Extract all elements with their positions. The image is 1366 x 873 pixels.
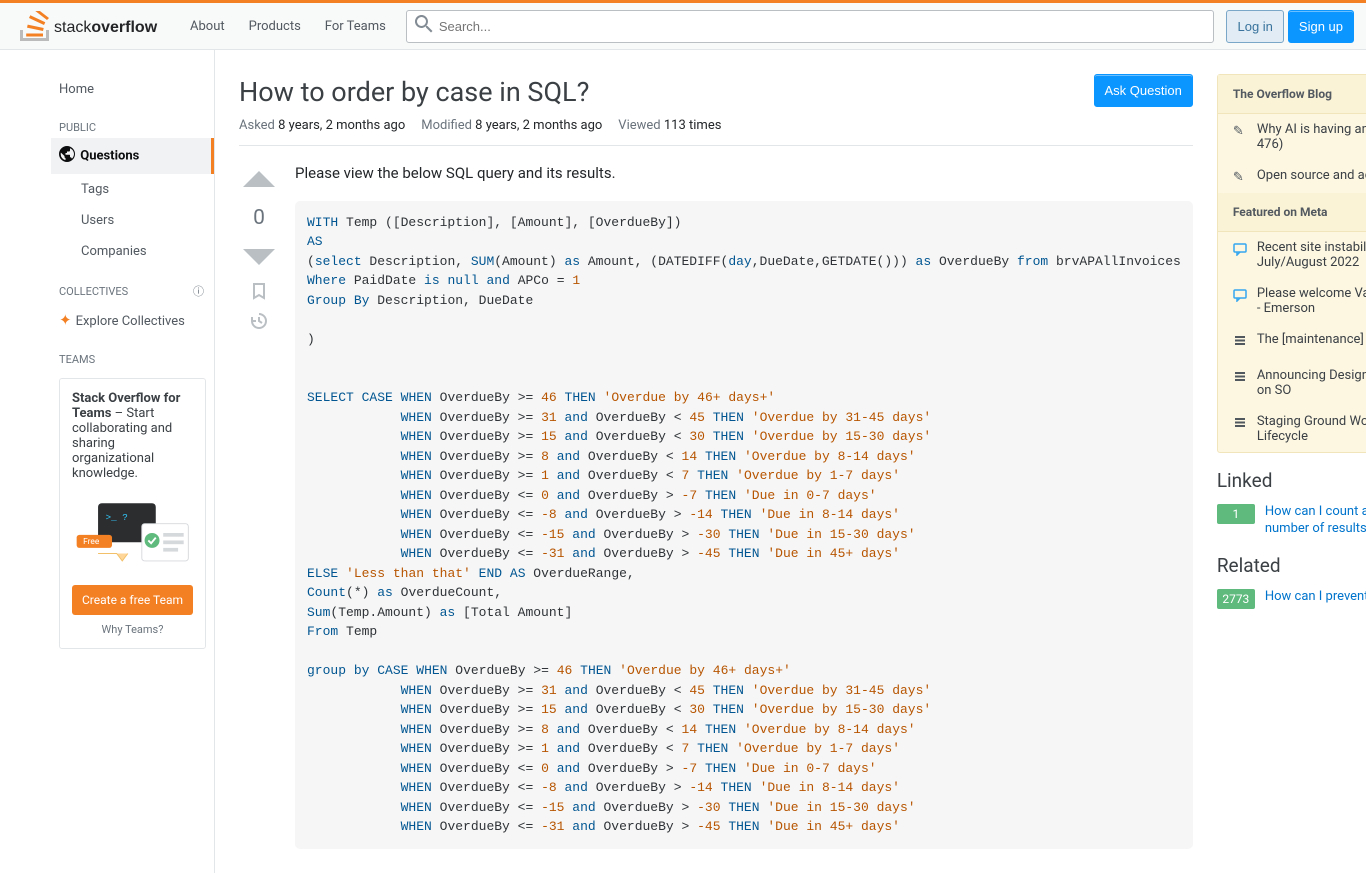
linked-link[interactable]: How can I count an SQL field for the num… <box>1265 504 1366 538</box>
downvote-button[interactable] <box>241 238 277 274</box>
linked-item[interactable]: 1 How can I count an SQL field for the n… <box>1217 504 1366 538</box>
search-input[interactable] <box>433 19 1206 34</box>
left-sidebar: Home PUBLIC Questions Tags Users Compani… <box>51 50 215 873</box>
svg-text:Free: Free <box>83 537 100 547</box>
teams-illustration: >_ ? Free <box>72 493 193 573</box>
teams-promo-box: Stack Overflow for Teams – Start collabo… <box>59 378 206 649</box>
svg-text:stackoverflow: stackoverflow <box>54 19 158 36</box>
pencil-icon: ✎ <box>1233 124 1249 152</box>
nav-products[interactable]: Products <box>237 13 313 40</box>
meta-item[interactable]: Staging Ground Workflow: Question Lifecy… <box>1218 406 1366 452</box>
history-button[interactable] <box>250 312 268 334</box>
blog-item[interactable]: ✎Open source and accidental innovation <box>1218 160 1366 193</box>
upvote-button[interactable] <box>241 162 277 198</box>
question-title: How to order by case in SQL? <box>239 74 589 110</box>
search-icon <box>415 15 433 37</box>
nav-explore-collectives[interactable]: ✦Explore Collectives <box>51 303 214 337</box>
nav-home[interactable]: Home <box>51 74 214 105</box>
score-badge: 2773 <box>1217 589 1255 609</box>
logo[interactable]: stackoverflow <box>12 3 178 49</box>
code-block: WITH Temp ([Description], [Amount], [Ove… <box>295 201 1193 849</box>
post-intro: Please view the below SQL query and its … <box>295 162 1193 185</box>
right-sidebar: The Overflow Blog ✎Why AI is having an o… <box>1217 74 1366 849</box>
vote-column: 0 <box>239 162 279 849</box>
score-badge: 1 <box>1217 504 1255 524</box>
signup-button[interactable]: Sign up <box>1288 10 1354 43</box>
related-item[interactable]: 2773 How can I prevent SQL injection in … <box>1217 589 1366 609</box>
search-container <box>406 10 1215 43</box>
vote-count: 0 <box>253 206 265 230</box>
speech-icon <box>1233 242 1249 270</box>
nav-about[interactable]: About <box>178 13 237 40</box>
create-team-button[interactable]: Create a free Team <box>72 585 193 615</box>
meta-item[interactable]: Please welcome Valued Associate #1301 - … <box>1218 278 1366 324</box>
nav-collectives-heading: COLLECTIVES ⓘ <box>51 267 214 303</box>
meta-item[interactable]: Announcing Design Accessibility Updates … <box>1218 360 1366 406</box>
post-body: Please view the below SQL query and its … <box>295 162 1193 849</box>
info-icon[interactable]: ⓘ <box>193 283 204 299</box>
top-header: stackoverflow About Products For Teams L… <box>0 3 1366 50</box>
login-button[interactable]: Log in <box>1226 10 1283 43</box>
pencil-icon: ✎ <box>1233 170 1249 185</box>
nav-for-teams[interactable]: For Teams <box>313 13 398 40</box>
speech-icon <box>1233 288 1249 316</box>
main-content: How to order by case in SQL? Ask Questio… <box>239 74 1193 849</box>
stack-icon <box>1233 334 1249 352</box>
question-meta: Asked 8 years, 2 months ago Modified 8 y… <box>239 110 1193 146</box>
nav-questions[interactable]: Questions <box>51 138 214 174</box>
featured-meta-header: Featured on Meta <box>1218 193 1366 232</box>
overflow-blog-header: The Overflow Blog <box>1218 75 1366 114</box>
nav-companies[interactable]: Companies <box>51 236 214 267</box>
bookmark-button[interactable] <box>250 282 268 304</box>
nav-questions-label: Questions <box>80 148 139 163</box>
meta-item[interactable]: Recent site instability, major outages –… <box>1218 232 1366 278</box>
nav-public-heading: PUBLIC <box>51 105 214 138</box>
linked-heading: Linked <box>1217 469 1366 492</box>
ask-question-button[interactable]: Ask Question <box>1094 74 1193 107</box>
nav-tags[interactable]: Tags <box>51 174 214 205</box>
related-link[interactable]: How can I prevent SQL injection in PHP? <box>1265 589 1366 606</box>
star-icon: ✦ <box>59 311 72 329</box>
related-heading: Related <box>1217 554 1366 577</box>
blog-item[interactable]: ✎Why AI is having an on-prem moment (Ep.… <box>1218 114 1366 160</box>
globe-icon <box>59 146 77 166</box>
meta-item[interactable]: The [maintenance] tag is being burninate… <box>1218 324 1366 360</box>
svg-text:>_ ?: >_ ? <box>106 512 128 523</box>
nav-users[interactable]: Users <box>51 205 214 236</box>
overflow-blog-box: The Overflow Blog ✎Why AI is having an o… <box>1217 74 1366 453</box>
stack-icon <box>1233 370 1249 398</box>
stack-icon <box>1233 416 1249 444</box>
why-teams-link[interactable]: Why Teams? <box>72 623 193 636</box>
nav-teams-heading: TEAMS <box>51 337 214 370</box>
